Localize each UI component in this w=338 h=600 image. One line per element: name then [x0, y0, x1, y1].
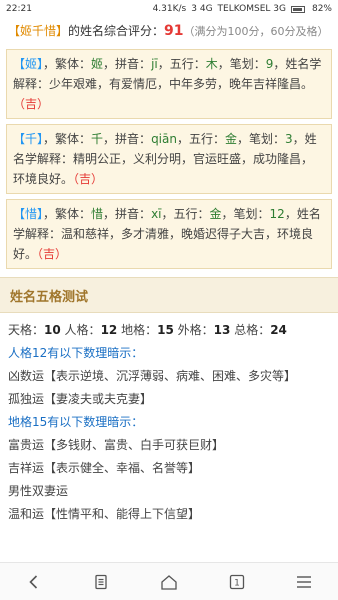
pinyin-value: qiān: [151, 132, 177, 146]
list-item: 富贵运【多钱财、富贵、白手可获巨财】: [8, 438, 225, 452]
score-value: 91: [164, 23, 184, 39]
browser-bottom-nav: 1: [0, 562, 338, 600]
trad-value: 惜: [91, 207, 104, 221]
di-heading: 地格15有以下数理暗示：: [8, 415, 144, 429]
pinyin-value: jī: [151, 57, 158, 71]
trad-label: ，繁体：: [43, 57, 92, 71]
trad-label: ，繁体：: [43, 132, 92, 146]
score-note: （满分为100分，60分及格）: [183, 25, 329, 38]
char-name: 【惜】: [13, 207, 44, 221]
list-item: 孤独运【妻凌夫或夫克妻】: [8, 392, 153, 406]
zong-value: 24: [270, 323, 287, 337]
pinyin-value: xī: [151, 207, 162, 221]
tabs-button[interactable]: 1: [217, 567, 257, 597]
ren-label: 人格：: [64, 323, 101, 337]
analysis-text: 少年艰难，有爱情厄，中年多劳，晚年吉祥隆昌。: [49, 77, 314, 91]
section-title-wuge: 姓名五格测试: [0, 277, 338, 313]
trad-value: 千: [91, 132, 104, 146]
ren-heading: 人格12有以下数理暗示：: [8, 346, 144, 360]
ren-value: 12: [100, 323, 118, 337]
score-summary: 【姬千惜】的姓名综合评分：91（满分为100分，60分及格）: [0, 18, 338, 49]
wuge-summary: 天格：10 人格：12 地格：15 外格：13 总格：24: [8, 319, 330, 342]
battery-level: 82%: [311, 4, 332, 14]
strokes-label: ，笔划：: [237, 132, 286, 146]
signal-indicator: 3 4G: [191, 4, 213, 14]
character-card-qian: 【千】，繁体：千，拼音：qiān，五行：金，笔划：3，姓名学解释：精明公正，义利…: [6, 124, 332, 194]
char-name: 【姬】: [13, 57, 44, 71]
wuxing-value: 金: [209, 207, 222, 221]
character-card-ji: 【姬】，繁体：姬，拼音：jī，五行：木，笔划：9，姓名学解释：少年艰难，有爱情厄…: [6, 49, 332, 119]
tabs-icon: 1: [229, 574, 244, 589]
page-content: 【姬千惜】的姓名综合评分：91（满分为100分，60分及格） 【姬】，繁体：姬，…: [0, 18, 338, 562]
strokes-value: 12: [269, 207, 285, 221]
di-label: 地格：: [121, 323, 158, 337]
battery-icon: [290, 5, 305, 13]
wuge-results: 天格：10 人格：12 地格：15 外格：13 总格：24 人格12有以下数理暗…: [0, 313, 338, 532]
carrier-name: TELKOMSEL 3G: [217, 4, 286, 14]
strokes-label: ，笔划：: [217, 57, 266, 71]
trad-value: 姬: [91, 57, 104, 71]
score-label: 的姓名综合评分：: [68, 24, 165, 38]
wai-label: 外格：: [177, 323, 214, 337]
verdict: （吉）: [13, 97, 50, 111]
hamburger-icon: [297, 575, 312, 588]
back-button[interactable]: [14, 567, 54, 597]
verdict: （吉）: [73, 172, 104, 186]
wai-value: 13: [213, 323, 231, 337]
trad-label: ，繁体：: [43, 207, 92, 221]
tab-count: 1: [234, 578, 240, 588]
list-item: 凶数运【表示逆境、沉浮薄弱、病难、困难、多灾等】: [8, 369, 297, 383]
wuxing-label: ，五行：: [161, 207, 210, 221]
tian-value: 10: [44, 323, 61, 337]
clock: 22:21: [6, 4, 32, 14]
home-button[interactable]: [149, 567, 189, 597]
zong-label: 总格：: [234, 323, 271, 337]
tian-label: 天格：: [8, 323, 45, 337]
wuxing-label: ，五行：: [157, 57, 206, 71]
strokes-label: ，笔划：: [221, 207, 270, 221]
menu-button[interactable]: [81, 567, 121, 597]
home-icon: [161, 574, 177, 590]
more-button[interactable]: [284, 567, 324, 597]
pinyin-label: ，拼音：: [103, 132, 152, 146]
wuxing-value: 金: [225, 132, 238, 146]
back-arrow-icon: [29, 574, 37, 589]
wuxing-label: ，五行：: [176, 132, 225, 146]
network-speed: 4.31K/s: [152, 4, 187, 14]
verdict: （吉）: [37, 247, 68, 261]
character-card-xi: 【惜】，繁体：惜，拼音：xī，五行：金，笔划：12，姓名学解释：温和慈祥，多才清…: [6, 199, 332, 269]
pinyin-label: ，拼音：: [103, 207, 152, 221]
di-value: 15: [157, 323, 174, 337]
strokes-value: 3: [285, 132, 293, 146]
pinyin-label: ，拼音：: [103, 57, 152, 71]
list-item: 男性双妻运: [8, 484, 69, 498]
char-name: 【千】: [13, 132, 44, 146]
list-item: 吉祥运【表示健全、幸福、名誉等】: [8, 461, 201, 475]
name-tag: 【姬千惜】: [8, 24, 69, 38]
status-bar: 22:21 4.31K/s 3 4G TELKOMSEL 3G 82%: [0, 0, 338, 18]
wuxing-value: 木: [205, 57, 218, 71]
document-icon: [95, 574, 108, 589]
list-item: 温和运【性情平和、能得上下信望】: [8, 507, 201, 521]
